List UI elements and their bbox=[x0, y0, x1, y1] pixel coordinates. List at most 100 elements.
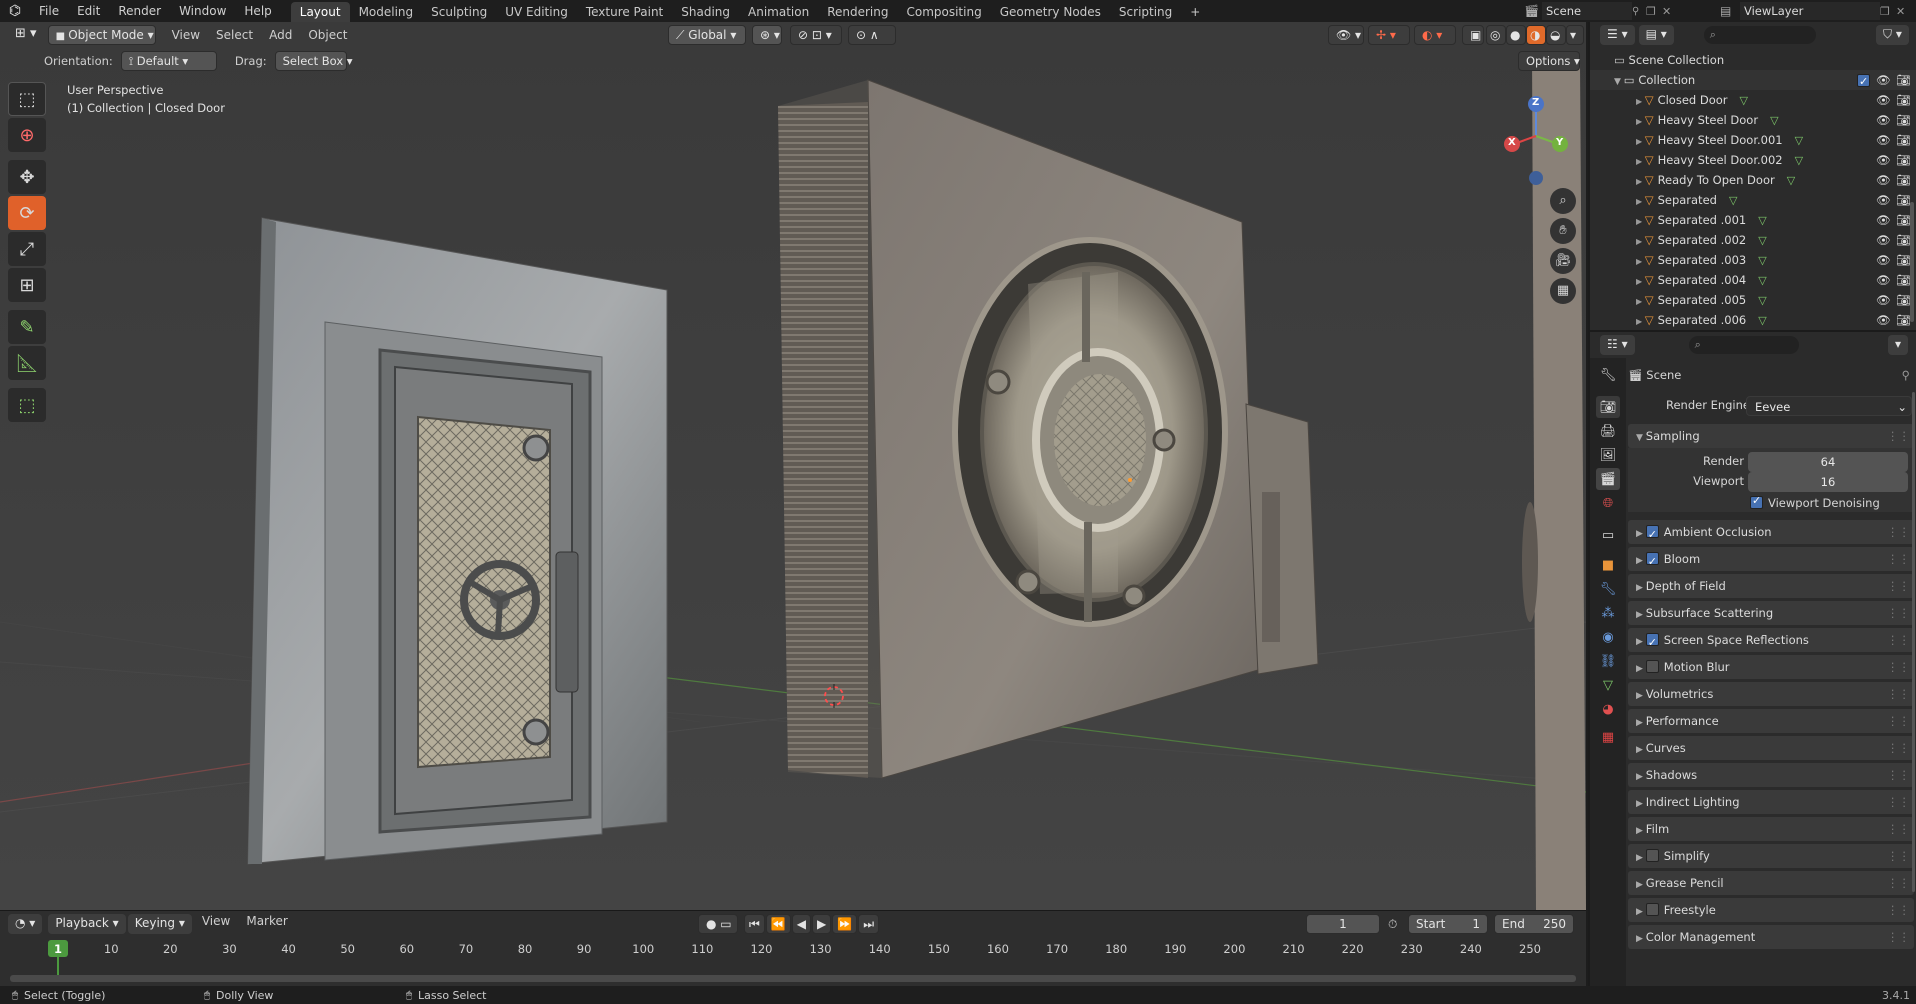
visibility-eye-icon[interactable]: 👁︎ bbox=[1876, 250, 1891, 270]
tab-shading[interactable]: Shading bbox=[672, 2, 739, 22]
outliner-object-row[interactable]: ▶ ▽ Closed Door ▽ 👁︎ 📷︎ bbox=[1590, 90, 1916, 110]
output-tab[interactable]: 🖨︎ bbox=[1596, 420, 1620, 442]
expand-arrow-icon[interactable]: ▶ bbox=[1636, 97, 1645, 106]
pivot-point-dropdown[interactable]: ⊛ ▾ bbox=[752, 25, 782, 45]
drag-handle-icon[interactable]: ⋮⋮ bbox=[1887, 898, 1910, 922]
drag-handle-icon[interactable]: ⋮⋮ bbox=[1887, 574, 1910, 598]
scene-collection-row[interactable]: ▭ Scene Collection bbox=[1590, 50, 1916, 70]
panel-shadows[interactable]: ▶ Shadows ⋮⋮ bbox=[1628, 763, 1914, 787]
ortho-toggle-button[interactable]: ▦ bbox=[1550, 278, 1576, 304]
render-camera-icon[interactable]: 📷︎ bbox=[1896, 150, 1911, 170]
pin-icon[interactable]: ⚲ bbox=[1632, 6, 1646, 17]
visibility-eye-icon[interactable]: 👁︎ bbox=[1876, 270, 1891, 290]
panel-enable-checkbox[interactable] bbox=[1645, 550, 1659, 574]
panel-motion-blur[interactable]: ▶ Motion Blur ⋮⋮ bbox=[1628, 655, 1914, 679]
drag-handle-icon[interactable]: ⋮⋮ bbox=[1887, 844, 1910, 868]
drag-handle-icon[interactable]: ⋮⋮ bbox=[1887, 871, 1910, 895]
visibility-eye-icon[interactable]: 👁︎ bbox=[1876, 150, 1891, 170]
rotate-tool[interactable]: ⟳ bbox=[8, 196, 46, 230]
properties-options-dropdown[interactable]: ▾ bbox=[1888, 335, 1909, 355]
drag-handle-icon[interactable]: ⋮⋮ bbox=[1887, 925, 1910, 949]
render-camera-icon[interactable]: 📷︎ bbox=[1896, 210, 1911, 230]
shading-rendered-icon[interactable]: ◒ bbox=[1546, 25, 1566, 45]
properties-editor-type-icon[interactable]: ☷ ▾ bbox=[1600, 335, 1635, 355]
viewport-menu-object[interactable]: Object bbox=[300, 28, 355, 42]
options-dropdown[interactable]: Options ▾ bbox=[1518, 51, 1580, 71]
menu-render[interactable]: Render bbox=[109, 0, 170, 22]
tab-modeling[interactable]: Modeling bbox=[350, 2, 423, 22]
visibility-eye-icon[interactable]: 👁︎ bbox=[1876, 230, 1891, 250]
timeline-scrollbar[interactable] bbox=[10, 975, 1576, 982]
render-camera-icon[interactable]: 📷︎ bbox=[1896, 250, 1911, 270]
zoom-view-button[interactable]: ⌕ bbox=[1550, 188, 1576, 214]
scale-tool[interactable]: ⤢ bbox=[8, 232, 46, 266]
mesh-data-icon[interactable]: ▽ bbox=[1787, 174, 1795, 187]
panel-enable-checkbox[interactable] bbox=[1645, 849, 1659, 862]
modifier-tab[interactable]: 🔧︎ bbox=[1596, 578, 1620, 600]
drag-handle-icon[interactable]: ⋮⋮ bbox=[1887, 628, 1910, 652]
add-workspace-button[interactable]: + bbox=[1181, 2, 1209, 22]
panel-indirect-lighting[interactable]: ▶ Indirect Lighting ⋮⋮ bbox=[1628, 790, 1914, 814]
outliner-object-row[interactable]: ▶ ▽ Separated .005 ▽ 👁︎ 📷︎ bbox=[1590, 290, 1916, 310]
mesh-data-icon[interactable]: ▽ bbox=[1758, 234, 1766, 247]
panel-subsurface-scattering[interactable]: ▶ Subsurface Scattering ⋮⋮ bbox=[1628, 601, 1914, 625]
mesh-data-icon[interactable]: ▽ bbox=[1795, 134, 1803, 147]
panel-freestyle[interactable]: ▶ Freestyle ⋮⋮ bbox=[1628, 898, 1914, 922]
editor-type-icon[interactable]: ⊞ ▾ bbox=[8, 25, 44, 45]
view-layer-icon[interactable]: ▤ bbox=[1720, 4, 1740, 18]
drag-handle-icon[interactable]: ⋮⋮ bbox=[1887, 601, 1910, 625]
render-camera-icon[interactable]: 📷︎ bbox=[1896, 270, 1911, 290]
panel-ambient-occlusion[interactable]: ▶ Ambient Occlusion ⋮⋮ bbox=[1628, 520, 1914, 547]
render-camera-icon[interactable]: 📷︎ bbox=[1896, 310, 1911, 330]
annotate-tool[interactable]: ✎ bbox=[8, 310, 46, 344]
expand-arrow-icon[interactable]: ▶ bbox=[1636, 197, 1645, 206]
visibility-eye-icon[interactable]: 👁︎ bbox=[1876, 290, 1891, 310]
drag-handle-icon[interactable]: ⋮⋮ bbox=[1887, 520, 1910, 544]
panel-simplify[interactable]: ▶ Simplify ⋮⋮ bbox=[1628, 844, 1914, 868]
drag-handle-icon[interactable]: ⋮⋮ bbox=[1887, 709, 1910, 733]
mesh-data-icon[interactable]: ▽ bbox=[1758, 274, 1766, 287]
particles-tab[interactable]: ⁂ bbox=[1596, 602, 1620, 624]
data-tab[interactable]: ▽ bbox=[1596, 674, 1620, 696]
outliner-object-row[interactable]: ▶ ▽ Heavy Steel Door.001 ▽ 👁︎ 📷︎ bbox=[1590, 130, 1916, 150]
menu-edit[interactable]: Edit bbox=[68, 0, 109, 22]
viewport-denoising-check[interactable] bbox=[1750, 494, 1763, 509]
visibility-eye-icon[interactable]: 👁︎ bbox=[1876, 190, 1891, 210]
panel-performance[interactable]: ▶ Performance ⋮⋮ bbox=[1628, 709, 1914, 733]
drag-handle-icon[interactable]: ⋮⋮ bbox=[1887, 790, 1910, 814]
visibility-eye-icon[interactable]: 👁︎ bbox=[1876, 70, 1891, 90]
mesh-data-icon[interactable]: ▽ bbox=[1758, 214, 1766, 227]
outliner-object-row[interactable]: ▶ ▽ Ready To Open Door ▽ 👁︎ 📷︎ bbox=[1590, 170, 1916, 190]
pin-context-icon[interactable]: ⚲ bbox=[1902, 366, 1910, 384]
visibility-eye-icon[interactable]: 👁︎ bbox=[1876, 90, 1891, 110]
outliner-object-row[interactable]: ▶ ▽ Separated ▽ 👁︎ 📷︎ bbox=[1590, 190, 1916, 210]
panel-grease-pencil[interactable]: ▶ Grease Pencil ⋮⋮ bbox=[1628, 871, 1914, 895]
navigation-gizmo[interactable]: Z Y X bbox=[1500, 82, 1572, 192]
panel-depth-of-field[interactable]: ▶ Depth of Field ⋮⋮ bbox=[1628, 574, 1914, 598]
properties-search-input[interactable]: ⌕ bbox=[1688, 336, 1799, 354]
visibility-eye-icon[interactable]: 👁︎ bbox=[1876, 110, 1891, 130]
outliner-editor-type-icon[interactable]: ☰ ▾ bbox=[1600, 25, 1635, 45]
render-camera-icon[interactable]: 📷︎ bbox=[1896, 190, 1911, 210]
mesh-data-icon[interactable]: ▽ bbox=[1758, 254, 1766, 267]
render-tab[interactable]: 📷︎ bbox=[1596, 396, 1620, 418]
render-camera-icon[interactable]: 📷︎ bbox=[1896, 90, 1911, 110]
constraints-tab[interactable]: ⛓︎ bbox=[1596, 650, 1620, 672]
tab-animation[interactable]: Animation bbox=[739, 2, 818, 22]
delete-view-layer-icon[interactable]: ✕ bbox=[1896, 5, 1912, 18]
drag-handle-icon[interactable]: ⋮⋮ bbox=[1887, 763, 1910, 787]
expand-arrow-icon[interactable]: ▶ bbox=[1636, 297, 1645, 306]
view-layer-tab[interactable]: 🖼︎ bbox=[1596, 444, 1620, 466]
render-camera-icon[interactable]: 📷︎ bbox=[1896, 290, 1911, 310]
shading-solid-icon[interactable]: ● bbox=[1506, 25, 1526, 45]
expand-arrow-icon[interactable]: ▶ bbox=[1636, 117, 1645, 126]
physics-tab[interactable]: ◉ bbox=[1596, 626, 1620, 648]
properties-scrollbar[interactable] bbox=[1912, 392, 1915, 892]
measure-tool[interactable]: 📐︎ bbox=[8, 346, 46, 380]
panel-enable-checkbox[interactable] bbox=[1645, 660, 1659, 673]
mesh-data-icon[interactable]: ▽ bbox=[1729, 194, 1737, 207]
tab-sculpting[interactable]: Sculpting bbox=[422, 2, 496, 22]
expand-arrow-icon[interactable]: ▶ bbox=[1636, 137, 1645, 146]
tab-rendering[interactable]: Rendering bbox=[818, 2, 897, 22]
tab-compositing[interactable]: Compositing bbox=[897, 2, 990, 22]
